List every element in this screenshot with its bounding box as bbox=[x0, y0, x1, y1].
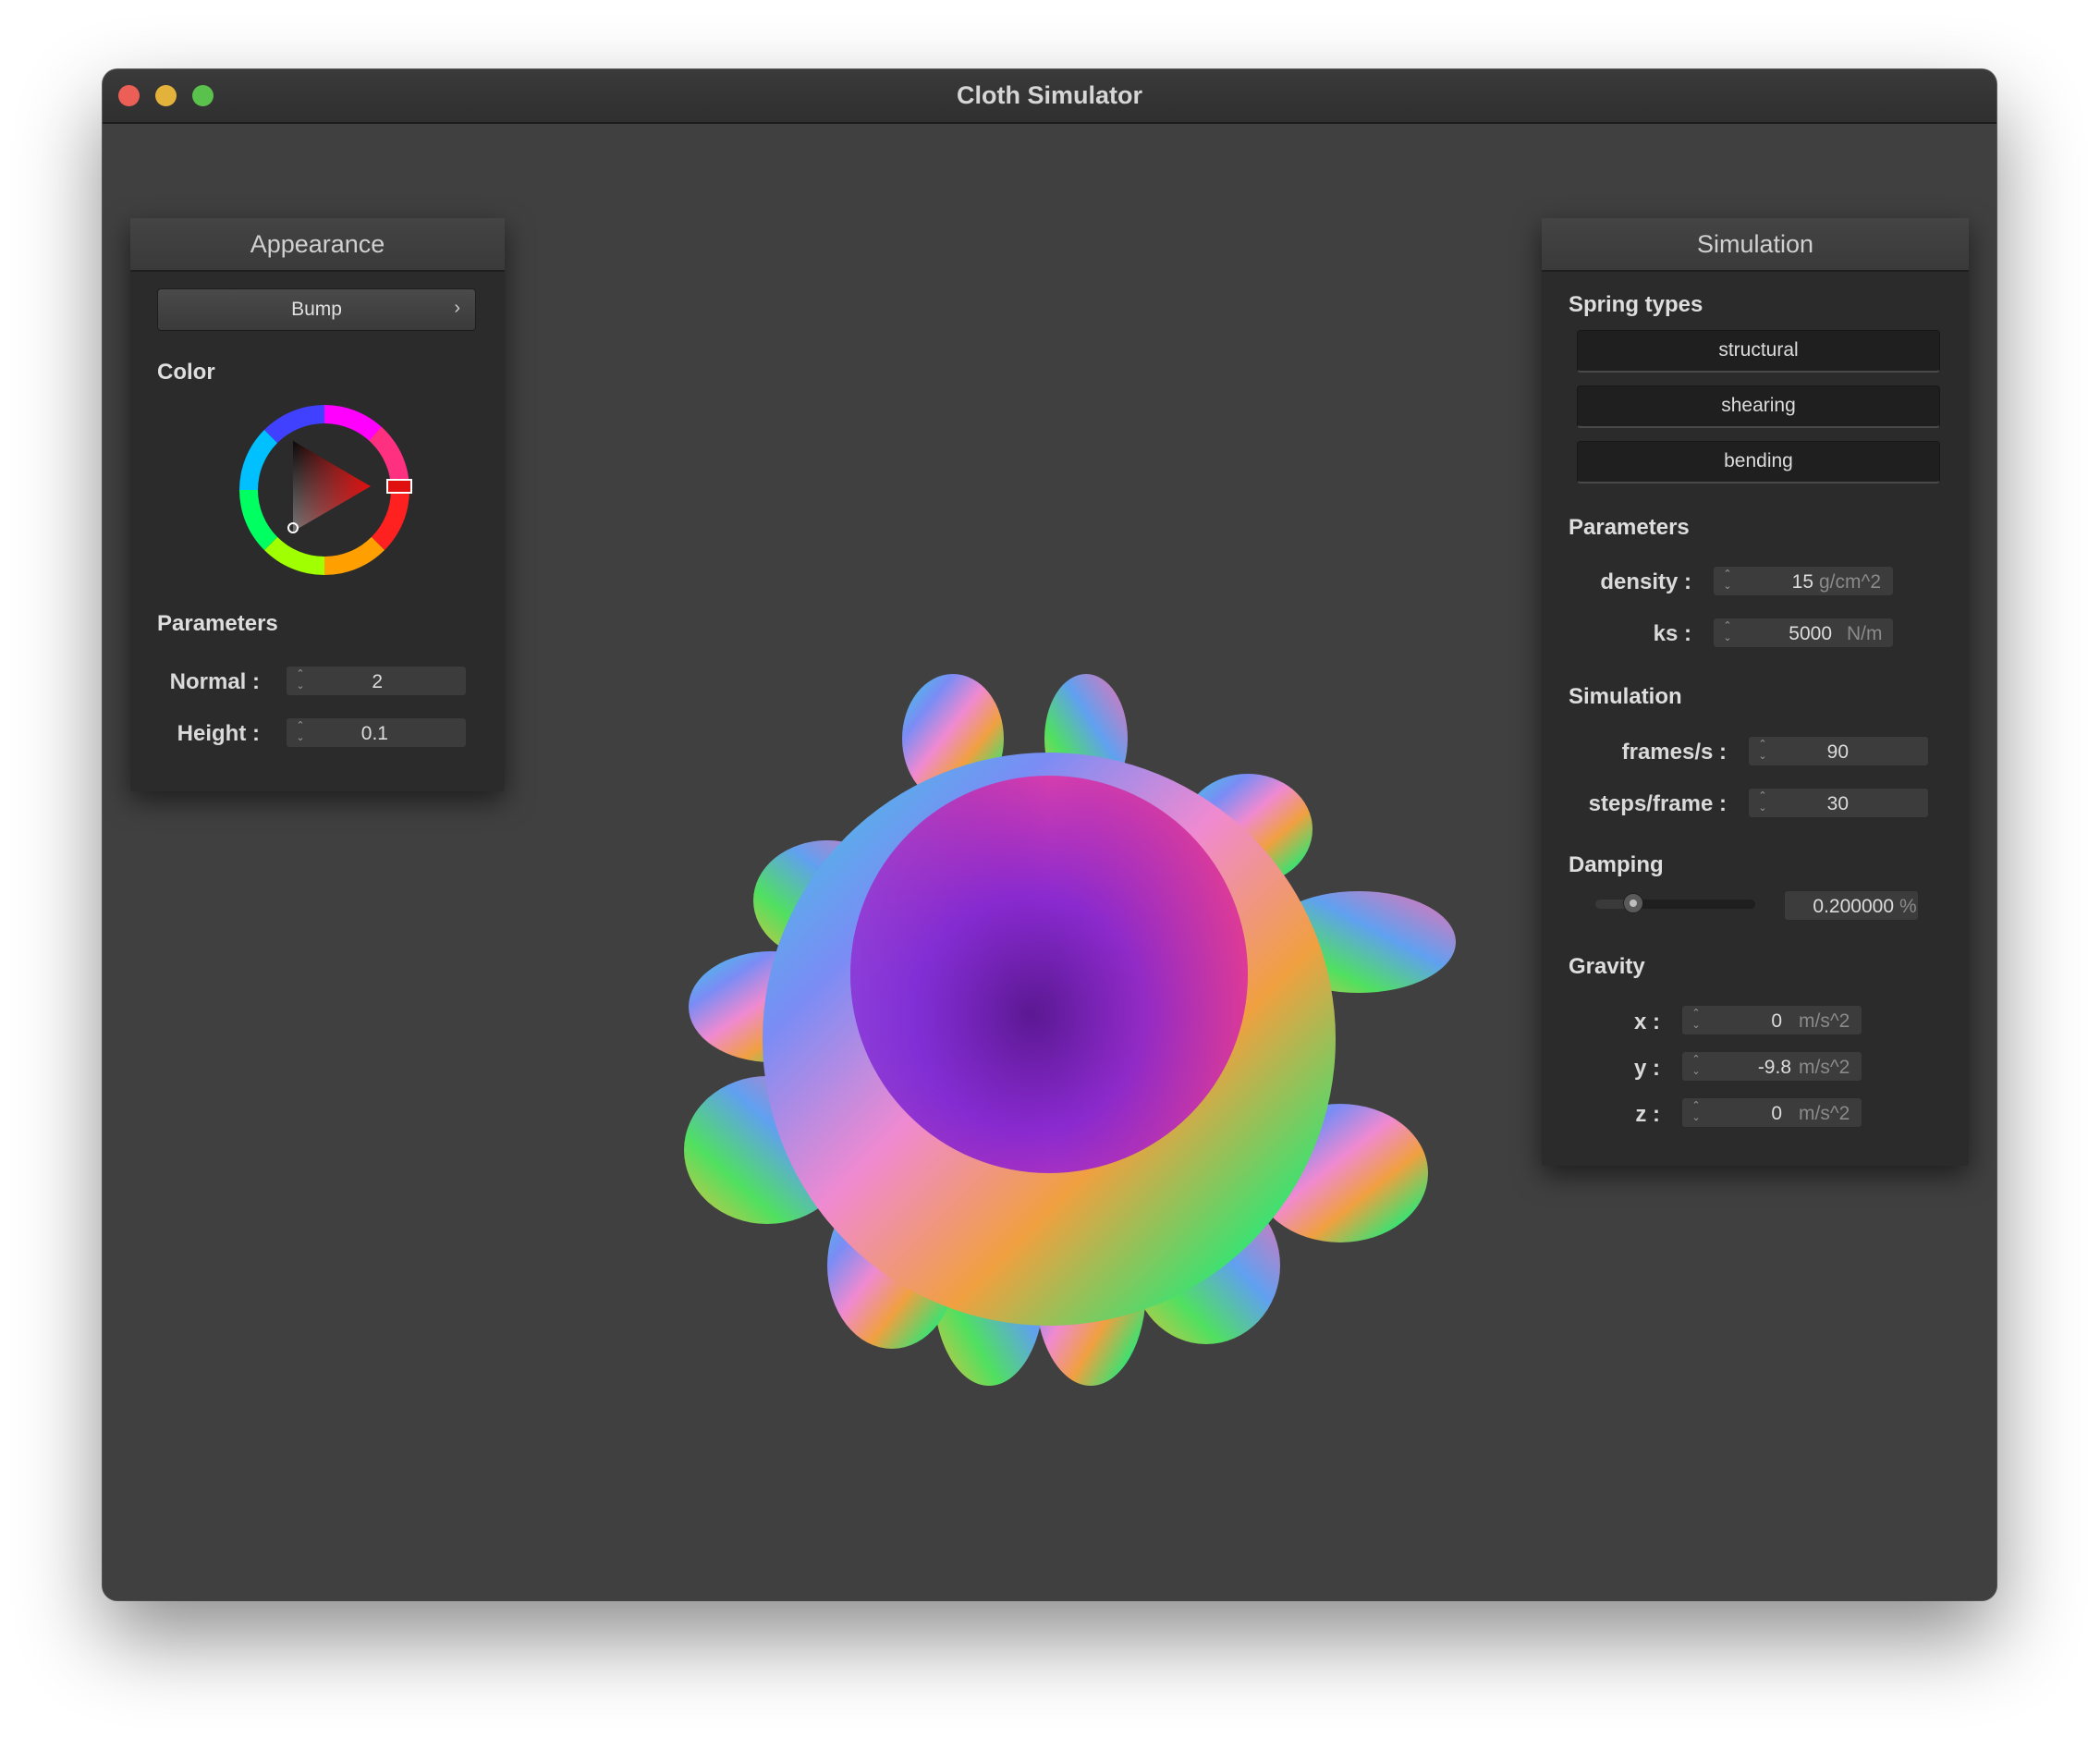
height-spinbox[interactable]: ⌃ ⌄ 0.1 bbox=[286, 717, 467, 748]
spin-arrows-icon[interactable]: ⌃ ⌄ bbox=[295, 668, 306, 692]
ks-value: 5000 bbox=[1789, 623, 1832, 644]
spin-arrows-icon[interactable]: ⌃ ⌄ bbox=[1757, 739, 1768, 763]
sphere bbox=[850, 776, 1248, 1173]
ks-label: ks : bbox=[1653, 621, 1691, 646]
gravity-x-value: 0 bbox=[1771, 1010, 1782, 1032]
frames-per-second-spinbox[interactable]: ⌃ ⌄ 90 bbox=[1748, 736, 1929, 766]
spring-types-label: Spring types bbox=[1569, 292, 1703, 317]
color-wheel[interactable] bbox=[237, 402, 412, 578]
gravity-x-spinbox[interactable]: ⌃ ⌄ 0 m/s^2 bbox=[1681, 1005, 1862, 1035]
simulation-panel-title[interactable]: Simulation bbox=[1542, 218, 1969, 272]
steps-per-frame-spinbox[interactable]: ⌃ ⌄ 30 bbox=[1748, 788, 1929, 818]
steps-per-frame-value: 30 bbox=[1826, 793, 1849, 814]
spin-arrows-icon[interactable]: ⌃ ⌄ bbox=[1722, 620, 1733, 644]
damping-value-box[interactable]: 0.200000 % bbox=[1784, 890, 1919, 921]
height-value: 0.1 bbox=[360, 723, 388, 744]
gravity-y-unit: m/s^2 bbox=[1799, 1057, 1850, 1078]
app-window: Cloth Simulator Appearance Bump › Color … bbox=[103, 69, 1996, 1600]
spin-arrows-icon[interactable]: ⌃ ⌄ bbox=[295, 720, 306, 744]
density-value: 15 bbox=[1791, 571, 1813, 593]
3d-viewport[interactable]: Appearance Bump › Color Parameters Norma… bbox=[103, 124, 1996, 1600]
gravity-z-label: z : bbox=[1635, 1102, 1660, 1127]
color-label: Color bbox=[157, 360, 215, 385]
chevron-right-icon: › bbox=[454, 298, 460, 318]
normal-spinbox[interactable]: ⌃ ⌄ 2 bbox=[286, 666, 467, 696]
frames-per-second-value: 90 bbox=[1826, 741, 1849, 763]
simulation-panel: Simulation Spring types structural shear… bbox=[1542, 218, 1969, 1166]
structural-button[interactable]: structural bbox=[1577, 330, 1940, 373]
steps-per-frame-label: steps/frame : bbox=[1588, 791, 1727, 816]
gravity-z-unit: m/s^2 bbox=[1799, 1103, 1850, 1124]
normal-value: 2 bbox=[372, 671, 383, 692]
spin-arrows-icon[interactable]: ⌃ ⌄ bbox=[1691, 1054, 1702, 1078]
gravity-y-value: -9.8 bbox=[1757, 1057, 1791, 1078]
appearance-panel: Appearance Bump › Color Parameters Norma… bbox=[130, 218, 505, 791]
ks-spinbox[interactable]: ⌃ ⌄ 5000 N/m bbox=[1713, 618, 1894, 648]
spin-arrows-icon[interactable]: ⌃ ⌄ bbox=[1757, 790, 1768, 814]
height-label: Height : bbox=[177, 721, 260, 746]
gravity-y-spinbox[interactable]: ⌃ ⌄ -9.8 m/s^2 bbox=[1681, 1051, 1862, 1082]
shearing-button[interactable]: shearing bbox=[1577, 386, 1940, 428]
spin-arrows-icon[interactable]: ⌃ ⌄ bbox=[1691, 1008, 1702, 1032]
simulation-parameters-label: Parameters bbox=[1569, 515, 1690, 540]
ks-unit: N/m bbox=[1847, 623, 1883, 644]
frames-per-second-label: frames/s : bbox=[1621, 740, 1727, 765]
damping-slider-knob[interactable] bbox=[1623, 893, 1644, 913]
damping-label: Damping bbox=[1569, 852, 1664, 877]
window-title: Cloth Simulator bbox=[957, 81, 1142, 109]
bending-button[interactable]: bending bbox=[1577, 441, 1940, 483]
spin-arrows-icon[interactable]: ⌃ ⌄ bbox=[1722, 569, 1733, 593]
damping-value: 0.200000 bbox=[1813, 896, 1894, 917]
density-unit: g/cm^2 bbox=[1819, 571, 1882, 593]
spin-arrows-icon[interactable]: ⌃ ⌄ bbox=[1691, 1100, 1702, 1124]
simulation-section-label: Simulation bbox=[1569, 684, 1682, 709]
density-label: density : bbox=[1600, 569, 1691, 594]
gravity-z-value: 0 bbox=[1771, 1103, 1782, 1124]
normal-label: Normal : bbox=[169, 669, 260, 694]
shader-select-button[interactable]: Bump › bbox=[157, 288, 476, 331]
damping-slider[interactable] bbox=[1595, 893, 1755, 913]
appearance-panel-title[interactable]: Appearance bbox=[130, 218, 505, 272]
density-spinbox[interactable]: ⌃ ⌄ 15 g/cm^2 bbox=[1713, 566, 1894, 596]
gravity-x-label: x : bbox=[1633, 1010, 1660, 1034]
gravity-label: Gravity bbox=[1569, 954, 1645, 979]
title-bar[interactable]: Cloth Simulator bbox=[103, 69, 1996, 124]
damping-unit: % bbox=[1899, 896, 1917, 917]
shader-select-label: Bump bbox=[291, 299, 342, 320]
appearance-parameters-label: Parameters bbox=[157, 611, 278, 636]
gravity-x-unit: m/s^2 bbox=[1799, 1010, 1850, 1032]
gravity-z-spinbox[interactable]: ⌃ ⌄ 0 m/s^2 bbox=[1681, 1097, 1862, 1128]
gravity-y-label: y : bbox=[1633, 1056, 1660, 1081]
